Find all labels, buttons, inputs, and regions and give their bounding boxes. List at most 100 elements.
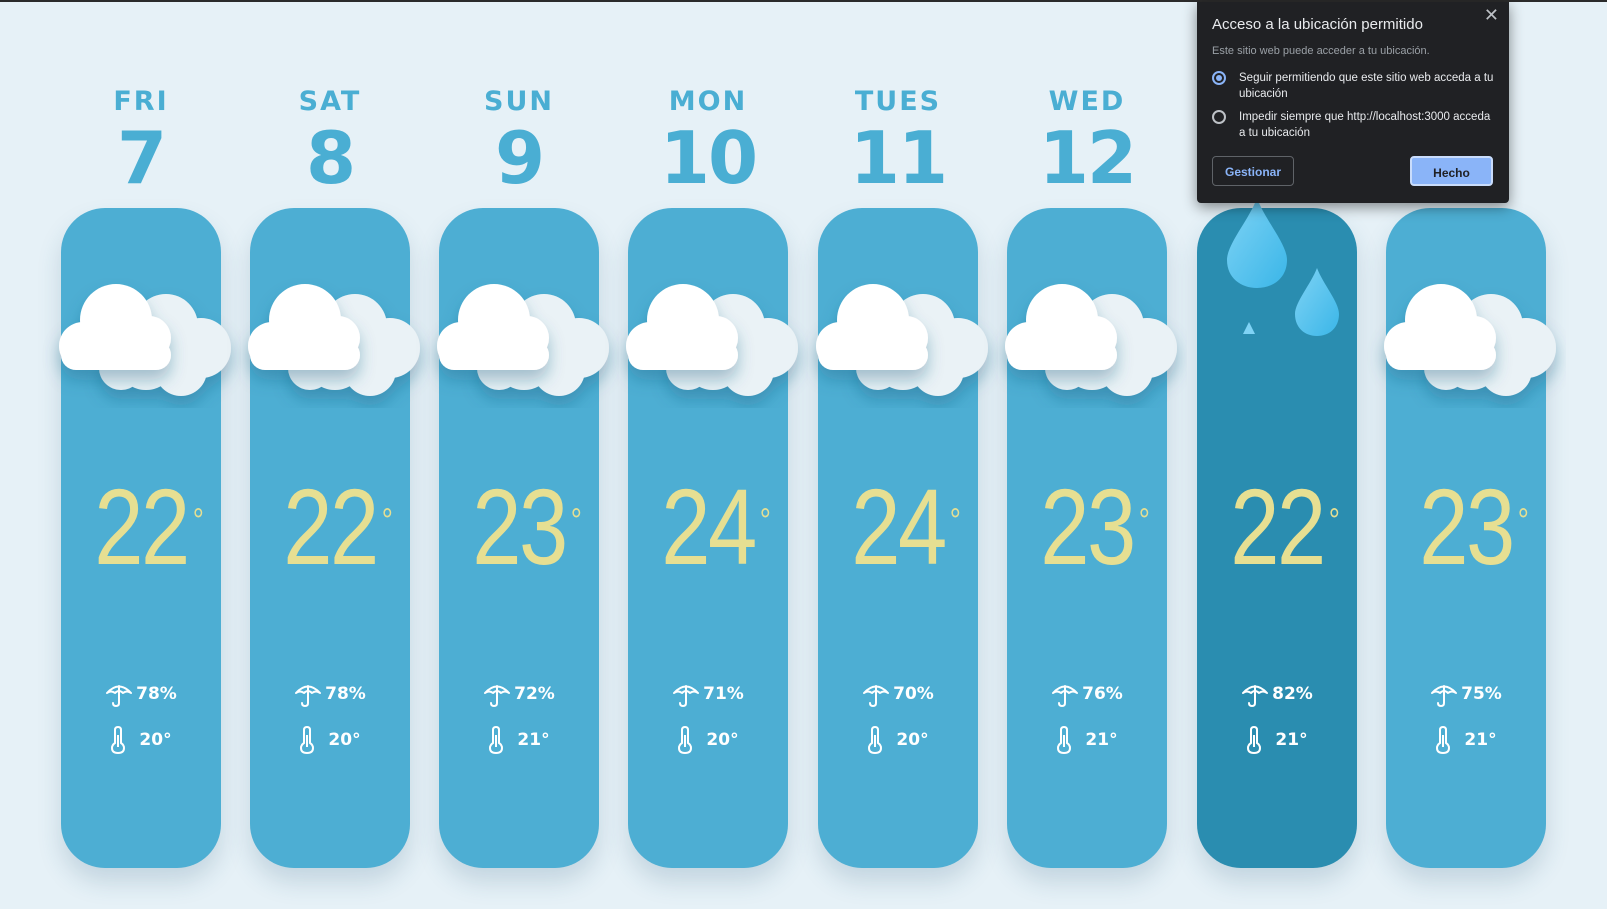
low-temperature-value: 21°	[1085, 730, 1118, 750]
thermometer-icon	[1436, 725, 1451, 755]
raindrop-icon	[1227, 198, 1339, 336]
degree-symbol: °	[949, 502, 961, 540]
low-temperature: 20°	[628, 725, 788, 755]
thermometer-icon	[300, 725, 315, 755]
thermometer-icon	[868, 725, 883, 755]
day-column: SUN 9 23 ° 72% 21°	[437, 0, 609, 909]
done-button[interactable]: Hecho	[1410, 156, 1493, 186]
thermometer-icon	[1247, 725, 1262, 755]
thermometer-icon	[489, 725, 504, 755]
day-number: 8	[305, 116, 356, 200]
umbrella-icon	[1431, 685, 1458, 708]
popup-subtitle: Este sitio web puede acceder a tu ubicac…	[1212, 45, 1430, 57]
high-temperature: 22 °	[264, 472, 395, 582]
rain-chance-value: 78%	[325, 684, 366, 704]
thermometer-icon	[111, 725, 126, 755]
day-number: 11	[849, 116, 948, 200]
day-card[interactable]: 24 ° 71% 20°	[626, 208, 798, 868]
radio-block[interactable]	[1212, 110, 1226, 124]
degree-symbol: °	[570, 502, 582, 540]
location-permission-popup: Acceso a la ubicación permitido ✕ Este s…	[1197, 2, 1509, 203]
rain-chance: 78%	[250, 680, 410, 708]
low-temperature-value: 20°	[896, 730, 929, 750]
degree-symbol: °	[1328, 502, 1340, 540]
day-column: TUES 11 24 ° 70% 20°	[816, 0, 988, 909]
day-name: FRI	[113, 86, 169, 117]
umbrella-icon	[673, 685, 700, 708]
umbrella-icon	[484, 685, 511, 708]
radio-allow[interactable]	[1212, 71, 1226, 85]
rain-chance: 82%	[1197, 680, 1357, 708]
low-temperature-value: 20°	[706, 730, 739, 750]
rain-chance: 72%	[439, 680, 599, 708]
day-column: WED 12 23 ° 76% 21°	[1005, 0, 1177, 909]
low-temperature: 20°	[818, 725, 978, 755]
rain-chance-value: 70%	[893, 684, 934, 704]
rain-chance: 76%	[1007, 680, 1167, 708]
cloud-icon	[626, 284, 798, 396]
day-card[interactable]: 22 ° 78% 20°	[59, 208, 231, 868]
temperature-value: 23	[1040, 466, 1136, 587]
low-temperature-value: 20°	[328, 730, 361, 750]
option-allow-label: Seguir permitiendo que este sitio web ac…	[1239, 72, 1494, 100]
day-number: 12	[1038, 116, 1137, 200]
cloud-icon	[816, 284, 988, 396]
low-temperature-value: 21°	[1464, 730, 1497, 750]
temperature-value: 24	[661, 466, 757, 587]
high-temperature: 22 °	[1211, 472, 1342, 582]
rain-chance-value: 72%	[514, 684, 555, 704]
low-temperature-value: 21°	[517, 730, 550, 750]
day-name: SUN	[484, 86, 554, 117]
rain-chance: 78%	[61, 680, 221, 708]
day-card[interactable]: 23 ° 75% 21°	[1384, 208, 1556, 868]
low-temperature: 21°	[1197, 725, 1357, 755]
day-column: MON 10 24 ° 71% 20°	[626, 0, 798, 909]
close-icon[interactable]: ✕	[1484, 5, 1499, 26]
cloud-icon	[437, 284, 609, 396]
option-block-label: Impedir siempre que http://localhost:300…	[1239, 111, 1491, 139]
day-name: WED	[1048, 86, 1126, 117]
day-column: FRI 7 22 ° 78% 20°	[59, 0, 231, 909]
cloud-icon	[59, 284, 231, 396]
day-name: SAT	[298, 86, 362, 117]
degree-symbol: °	[1138, 502, 1150, 540]
temperature-value: 23	[1419, 466, 1515, 587]
umbrella-icon	[1052, 685, 1079, 708]
temperature-value: 22	[283, 466, 379, 587]
rain-chance: 71%	[628, 680, 788, 708]
manage-button[interactable]: Gestionar	[1212, 156, 1294, 186]
low-temperature: 21°	[1007, 725, 1167, 755]
thermometer-icon	[1057, 725, 1072, 755]
low-temperature-value: 21°	[1275, 730, 1308, 750]
day-number: 10	[659, 116, 758, 200]
degree-symbol: °	[759, 502, 771, 540]
rain-chance-value: 76%	[1082, 684, 1123, 704]
day-card[interactable]: 22 ° 78% 20°	[248, 208, 420, 868]
day-card[interactable]: 22 ° 82% 21°	[1197, 198, 1357, 868]
high-temperature: 24 °	[642, 472, 773, 582]
low-temperature: 21°	[439, 725, 599, 755]
low-temperature: 20°	[250, 725, 410, 755]
low-temperature: 21°	[1386, 725, 1546, 755]
degree-symbol: °	[192, 502, 204, 540]
day-name: MON	[668, 86, 748, 117]
high-temperature: 23 °	[1021, 472, 1152, 582]
degree-symbol: °	[1517, 502, 1529, 540]
rain-chance-value: 78%	[136, 684, 177, 704]
day-card[interactable]: 24 ° 70% 20°	[816, 208, 988, 868]
day-name: TUES	[854, 86, 942, 117]
cloud-icon	[1384, 284, 1556, 396]
low-temperature: 20°	[61, 725, 221, 755]
high-temperature: 23 °	[1400, 472, 1531, 582]
rain-chance-value: 71%	[703, 684, 744, 704]
high-temperature: 22 °	[75, 472, 206, 582]
day-card[interactable]: 23 ° 72% 21°	[437, 208, 609, 868]
temperature-value: 22	[94, 466, 190, 587]
umbrella-icon	[106, 685, 133, 708]
high-temperature: 23 °	[453, 472, 584, 582]
temperature-value: 24	[851, 466, 947, 587]
day-card[interactable]: 23 ° 76% 21°	[1005, 208, 1177, 868]
umbrella-icon	[295, 685, 322, 708]
rain-chance: 75%	[1386, 680, 1546, 708]
day-number: 9	[494, 116, 545, 200]
